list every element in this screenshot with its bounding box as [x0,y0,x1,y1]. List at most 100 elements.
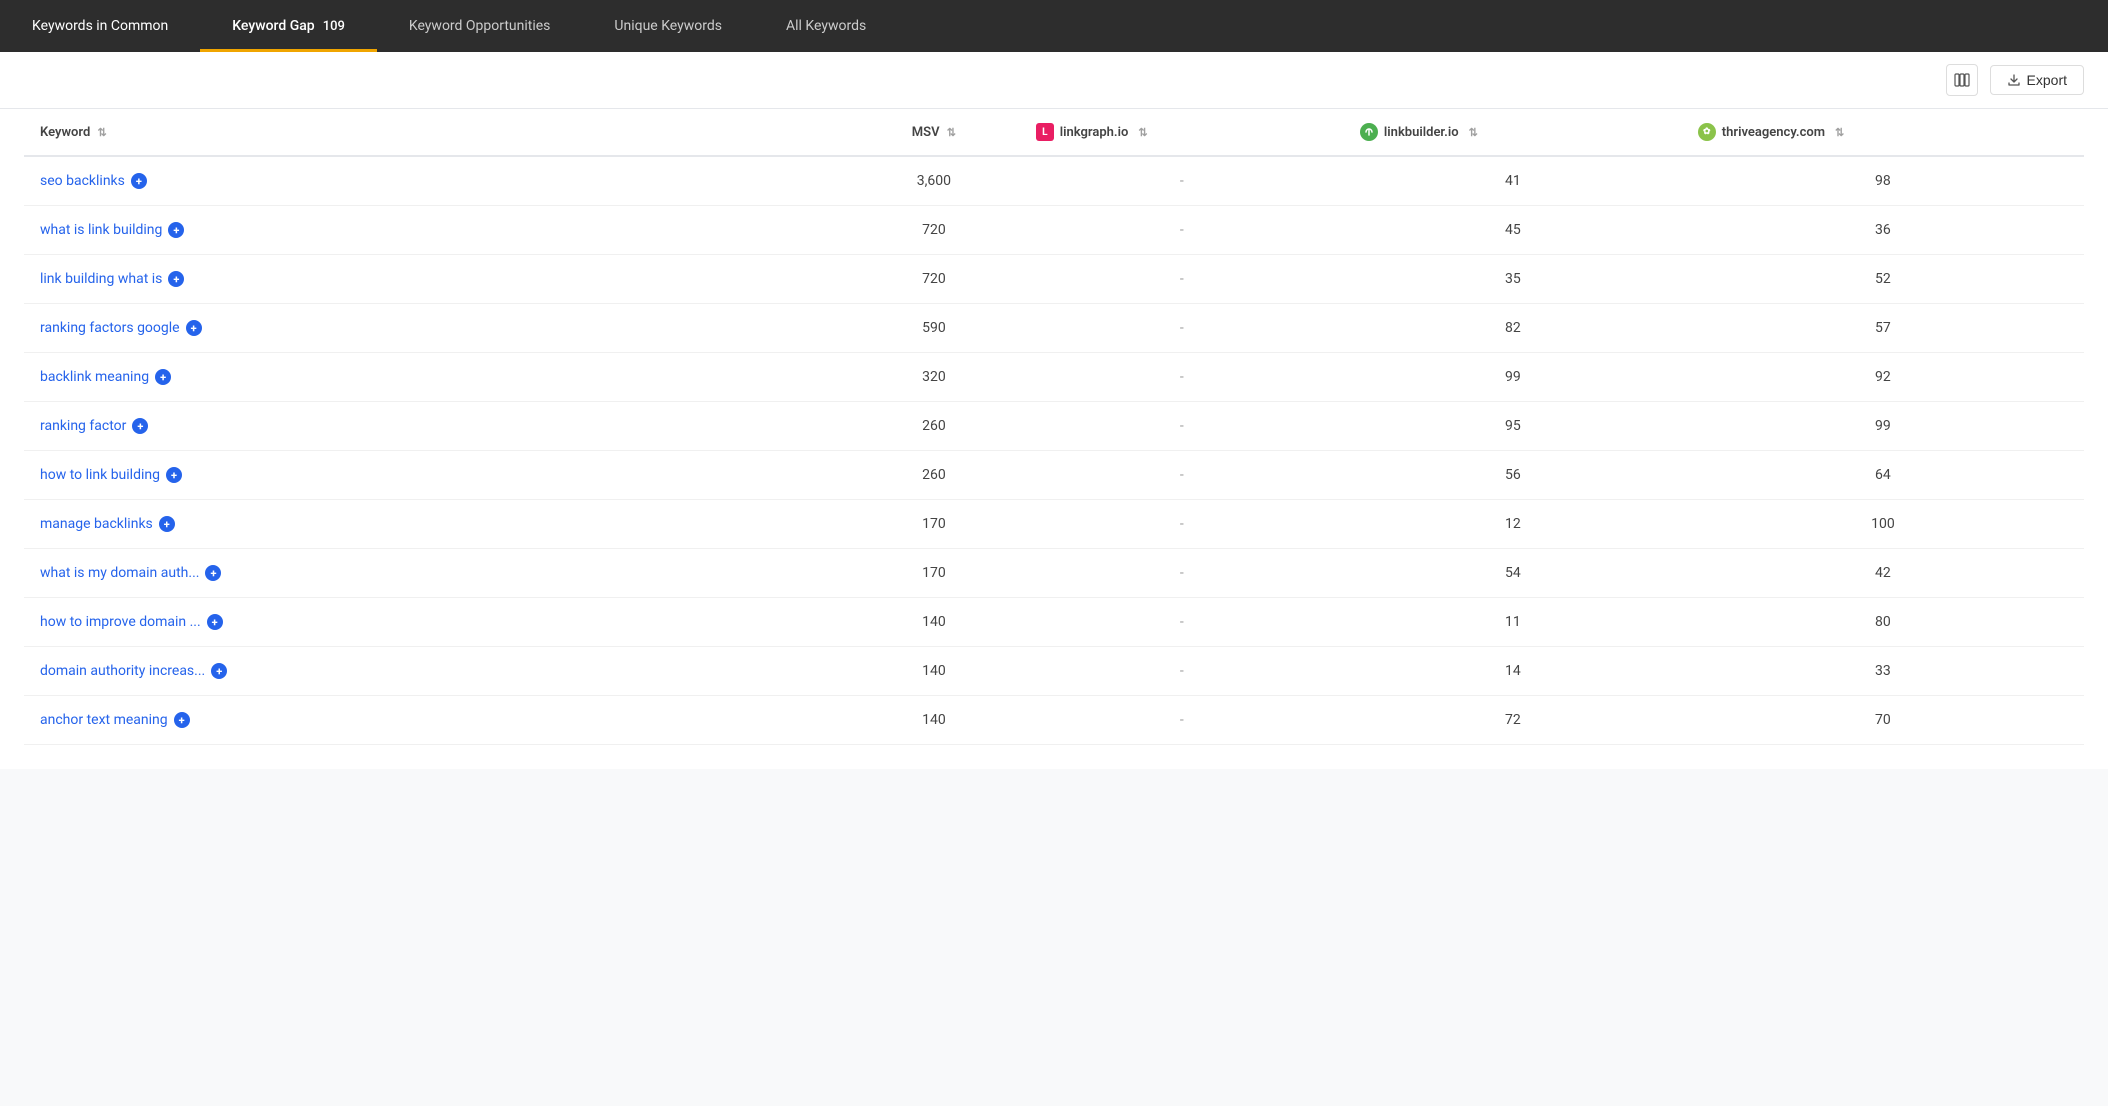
keyword-plus-icon[interactable]: + [168,271,184,287]
columns-icon [1954,72,1970,88]
table-row: manage backlinks+170-12100 [24,500,2084,549]
linkgraph-cell: - [1020,696,1344,745]
table-row: what is my domain auth...+170-5442 [24,549,2084,598]
keyword-link[interactable]: how to link building+ [40,467,832,483]
keyword-plus-icon[interactable]: + [174,712,190,728]
linkbuilder-cell: 11 [1344,598,1682,647]
table-row: seo backlinks+3,600-4198 [24,156,2084,206]
sort-linkgraph-icon: ⇅ [1138,126,1147,139]
thrive-cell: 70 [1682,696,2084,745]
keyword-cell[interactable]: manage backlinks+ [24,500,848,549]
thrive-cell: 57 [1682,304,2084,353]
keyword-cell[interactable]: domain authority increas...+ [24,647,848,696]
thrive-cell: 100 [1682,500,2084,549]
keyword-link[interactable]: anchor text meaning+ [40,712,832,728]
keyword-cell[interactable]: link building what is+ [24,255,848,304]
keyword-plus-icon[interactable]: + [155,369,171,385]
export-icon [2007,73,2021,87]
sort-thrive-icon: ⇅ [1835,126,1844,139]
thrive-cell: 52 [1682,255,2084,304]
keyword-link[interactable]: link building what is+ [40,271,832,287]
keyword-cell[interactable]: seo backlinks+ [24,156,848,206]
tab-keyword-opportunities[interactable]: Keyword Opportunities [377,0,583,52]
keyword-cell[interactable]: ranking factors google+ [24,304,848,353]
keyword-link[interactable]: domain authority increas...+ [40,663,832,679]
keyword-cell[interactable]: what is link building+ [24,206,848,255]
keyword-cell[interactable]: how to improve domain ...+ [24,598,848,647]
table-row: anchor text meaning+ 140-7270 [24,696,2084,745]
keyword-plus-icon[interactable]: + [131,173,147,189]
linkgraph-cell: - [1020,598,1344,647]
thrive-cell: 99 [1682,402,2084,451]
keyword-plus-icon[interactable]: + [211,663,227,679]
keyword-link[interactable]: what is link building+ [40,222,832,238]
linkgraph-cell: - [1020,402,1344,451]
linkbuilder-cell: 41 [1344,156,1682,206]
thrive-cell: 98 [1682,156,2084,206]
tab-all-keywords[interactable]: All Keywords [754,0,898,52]
thrive-cell: 33 [1682,647,2084,696]
keyword-plus-icon[interactable]: + [132,418,148,434]
tab-keywords-in-common[interactable]: Keywords in Common [0,0,200,52]
linkbuilder-cell: 12 [1344,500,1682,549]
msv-cell: 170 [848,500,1020,549]
keyword-link[interactable]: what is my domain auth...+ [40,565,832,581]
col-msv[interactable]: MSV ⇅ [848,109,1020,156]
tab-bar: Keywords in Common Keyword Gap 109 Keywo… [0,0,2108,52]
keyword-cell[interactable]: what is my domain auth...+ [24,549,848,598]
table-row: how to link building+260-5664 [24,451,2084,500]
col-thrive[interactable]: ✿ thriveagency.com ⇅ [1682,109,2084,156]
keyword-cell[interactable]: backlink meaning+ [24,353,848,402]
keyword-cell[interactable]: ranking factor+ [24,402,848,451]
keyword-table: Keyword ⇅ MSV ⇅ L linkgraph.io ⇅ [24,109,2084,745]
linkbuilder-cell: 35 [1344,255,1682,304]
keyword-link[interactable]: ranking factor+ [40,418,832,434]
keyword-plus-icon[interactable]: + [186,320,202,336]
keyword-link[interactable]: seo backlinks+ [40,173,832,189]
keyword-plus-icon[interactable]: + [168,222,184,238]
keyword-cell[interactable]: anchor text meaning+ [24,696,848,745]
linkgraph-cell: - [1020,304,1344,353]
thrive-cell: 80 [1682,598,2084,647]
keyword-link[interactable]: how to improve domain ...+ [40,614,832,630]
export-button[interactable]: Export [1990,65,2084,95]
msv-cell: 260 [848,451,1020,500]
keyword-link[interactable]: ranking factors google+ [40,320,832,336]
table-row: domain authority increas...+140-1433 [24,647,2084,696]
sort-msv-icon: ⇅ [947,126,956,139]
keyword-link[interactable]: backlink meaning+ [40,369,832,385]
linkgraph-cell: - [1020,255,1344,304]
columns-button[interactable] [1946,64,1978,96]
keyword-plus-icon[interactable]: + [207,614,223,630]
linkbuilder-cell: 99 [1344,353,1682,402]
thrive-domain-icon: ✿ [1698,123,1716,141]
msv-cell: 720 [848,255,1020,304]
msv-cell: 720 [848,206,1020,255]
tab-unique-keywords[interactable]: Unique Keywords [582,0,754,52]
linkbuilder-domain-icon [1360,123,1378,141]
msv-cell: 590 [848,304,1020,353]
msv-cell: 140 [848,696,1020,745]
tab-keyword-gap[interactable]: Keyword Gap 109 [200,0,377,52]
table-row: link building what is+ 720-3552 [24,255,2084,304]
col-keyword[interactable]: Keyword ⇅ [24,109,848,156]
linkgraph-cell: - [1020,451,1344,500]
linkgraph-cell: - [1020,206,1344,255]
keyword-plus-icon[interactable]: + [159,516,175,532]
linkgraph-cell: - [1020,549,1344,598]
col-linkgraph[interactable]: L linkgraph.io ⇅ [1020,109,1344,156]
table-row: what is link building+720-4536 [24,206,2084,255]
keyword-cell[interactable]: how to link building+ [24,451,848,500]
keyword-link[interactable]: manage backlinks+ [40,516,832,532]
linkbuilder-cell: 72 [1344,696,1682,745]
linkbuilder-cell: 45 [1344,206,1682,255]
col-linkbuilder[interactable]: linkbuilder.io ⇅ [1344,109,1682,156]
keyword-plus-icon[interactable]: + [205,565,221,581]
toolbar: Export [0,52,2108,109]
linkbuilder-cell: 95 [1344,402,1682,451]
keyword-plus-icon[interactable]: + [166,467,182,483]
msv-cell: 170 [848,549,1020,598]
msv-cell: 320 [848,353,1020,402]
thrive-cell: 42 [1682,549,2084,598]
sort-linkbuilder-icon: ⇅ [1469,126,1478,139]
